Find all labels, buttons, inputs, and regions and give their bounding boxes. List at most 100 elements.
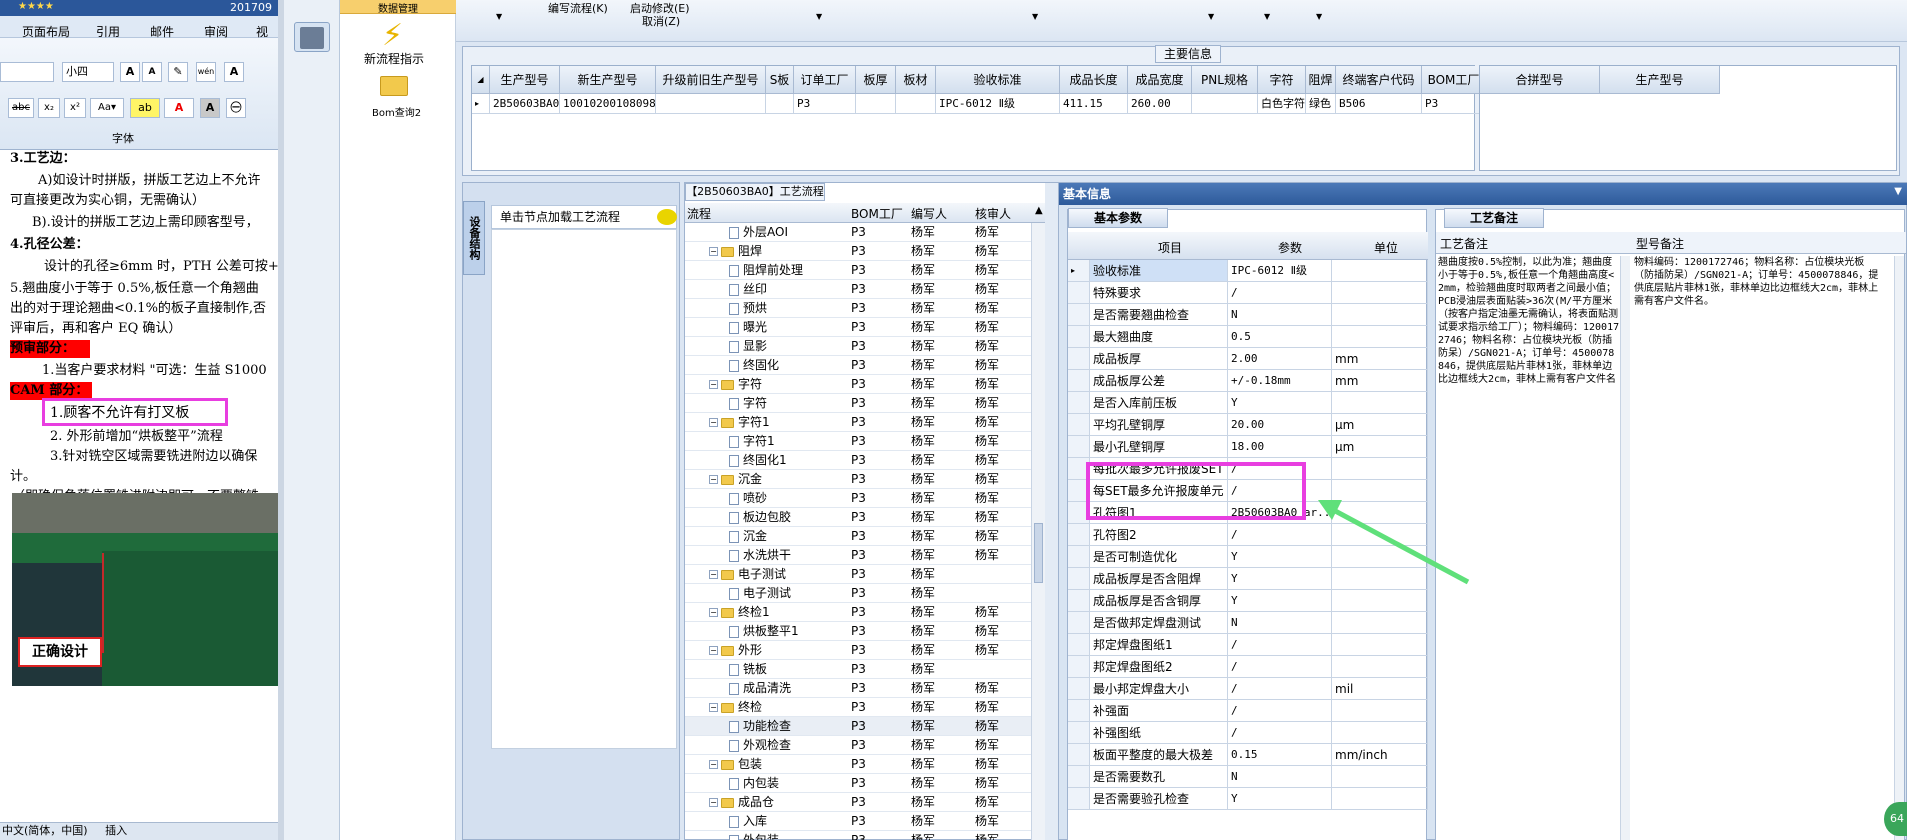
process-row[interactable]: 水洗烘干 P3 杨军 杨军: [685, 546, 1031, 565]
process-scrollbar[interactable]: [1031, 223, 1045, 840]
process-note-text[interactable]: 翘曲度按0.5%控制，以此为准；翘曲度小于等于0.5%,板任意一个角翘曲高度<2…: [1438, 256, 1620, 476]
subscript-button[interactable]: x₂: [38, 98, 60, 118]
process-row[interactable]: − 外形 P3 杨军 杨军: [685, 641, 1031, 660]
basic-params-tab[interactable]: 基本参数: [1068, 208, 1168, 228]
main-info-col[interactable]: PNL规格: [1192, 66, 1258, 94]
process-row[interactable]: 外观检查 P3 杨军 杨军: [685, 736, 1031, 755]
main-info-cell[interactable]: [656, 94, 766, 114]
param-unit[interactable]: [1332, 260, 1428, 282]
col-flow[interactable]: 流程: [687, 205, 711, 222]
header-corner[interactable]: ◢: [472, 66, 490, 94]
row-selector[interactable]: [1068, 656, 1090, 678]
param-row[interactable]: 补强图纸 /: [1068, 722, 1428, 744]
phonetic-icon[interactable]: wén: [196, 62, 216, 82]
main-info-cell[interactable]: 2B50603BA0: [490, 94, 560, 114]
dropdown-arrow-icon[interactable]: ▼: [1032, 12, 1038, 21]
comment-icon[interactable]: [657, 209, 677, 225]
main-info-cell[interactable]: P3: [1422, 94, 1486, 114]
row-selector[interactable]: [1068, 370, 1090, 392]
note-scrollbar[interactable]: [1620, 256, 1630, 840]
collapse-node-icon[interactable]: −: [709, 247, 718, 256]
model-note-text[interactable]: 物料编码：1200172746；物料名称：占位模块光板（防插防呆）/SGN021…: [1634, 256, 1884, 396]
row-selector[interactable]: [1068, 700, 1090, 722]
param-unit[interactable]: mil: [1332, 678, 1428, 700]
row-selector-icon[interactable]: ▸: [472, 94, 490, 114]
row-selector[interactable]: [1068, 590, 1090, 612]
main-info-col[interactable]: 字符: [1258, 66, 1306, 94]
param-value[interactable]: N: [1228, 766, 1332, 788]
basic-info-tab[interactable]: 基本信息: [1063, 185, 1111, 202]
process-row[interactable]: 电子测试 P3 杨军: [685, 584, 1031, 603]
param-value[interactable]: IPC-6012 Ⅱ级: [1228, 260, 1332, 282]
main-info-col[interactable]: 板厚: [856, 66, 896, 94]
param-unit[interactable]: mm: [1332, 348, 1428, 370]
param-value[interactable]: N: [1228, 304, 1332, 326]
param-row[interactable]: 最小孔壁铜厚 18.00 μm: [1068, 436, 1428, 458]
main-info-cell[interactable]: [896, 94, 936, 114]
param-value[interactable]: /: [1228, 678, 1332, 700]
param-unit[interactable]: [1332, 612, 1428, 634]
process-row[interactable]: 外层AOI P3 杨军 杨军: [685, 223, 1031, 242]
param-value[interactable]: Y: [1228, 590, 1332, 612]
main-info-col[interactable]: BOM工厂: [1422, 66, 1486, 94]
row-selector[interactable]: [1068, 524, 1090, 546]
collapse-node-icon[interactable]: −: [709, 380, 718, 389]
process-row[interactable]: 字符1 P3 杨军 杨军: [685, 432, 1031, 451]
highlight-icon[interactable]: ab: [130, 98, 160, 118]
col-reviewer[interactable]: 核审人: [975, 205, 1011, 222]
param-value[interactable]: +/-0.18mm: [1228, 370, 1332, 392]
main-info-col[interactable]: 升级前旧生产型号: [656, 66, 766, 94]
new-flow-button[interactable]: 新流程指示: [364, 50, 424, 67]
status-insert-mode[interactable]: 插入: [105, 824, 127, 837]
param-value[interactable]: /: [1228, 656, 1332, 678]
row-selector[interactable]: [1068, 634, 1090, 656]
param-value[interactable]: 0.5: [1228, 326, 1332, 348]
row-selector[interactable]: ▸: [1068, 260, 1090, 282]
main-info-col[interactable]: S板: [766, 66, 794, 94]
param-value[interactable]: /: [1228, 282, 1332, 304]
collapse-node-icon[interactable]: −: [709, 608, 718, 617]
param-unit[interactable]: [1332, 700, 1428, 722]
process-row[interactable]: 曝光 P3 杨军 杨军: [685, 318, 1031, 337]
process-row[interactable]: − 沉金 P3 杨军 杨军: [685, 470, 1031, 489]
main-info-col[interactable]: 板材: [896, 66, 936, 94]
main-info-col[interactable]: 生产型号: [490, 66, 560, 94]
main-info-col[interactable]: 成品长度: [1060, 66, 1128, 94]
main-info-cell[interactable]: [1192, 94, 1258, 114]
shrink-font-button[interactable]: A: [142, 62, 162, 82]
row-selector[interactable]: [1068, 744, 1090, 766]
process-row[interactable]: − 终检 P3 杨军 杨军: [685, 698, 1031, 717]
param-unit[interactable]: [1332, 656, 1428, 678]
strikethrough-button[interactable]: abc: [8, 98, 34, 118]
dropdown-arrow-icon[interactable]: ▼: [1208, 12, 1214, 21]
model-note-scrollbar[interactable]: [1894, 256, 1904, 840]
dropdown-arrow-icon[interactable]: ▼: [1264, 12, 1270, 21]
main-info-cell[interactable]: B506: [1336, 94, 1422, 114]
menu-edit-flow[interactable]: 编写流程(K): [548, 0, 608, 16]
param-unit[interactable]: μm: [1332, 436, 1428, 458]
main-info-cell[interactable]: 411.15: [1060, 94, 1128, 114]
param-unit[interactable]: [1332, 304, 1428, 326]
data-management-header[interactable]: 数据管理: [340, 0, 456, 15]
param-unit[interactable]: [1332, 722, 1428, 744]
process-row[interactable]: 内包装 P3 杨军 杨军: [685, 774, 1031, 793]
lightning-icon[interactable]: ⚡: [382, 18, 403, 53]
collapse-node-icon[interactable]: −: [709, 703, 718, 712]
param-unit[interactable]: [1332, 458, 1428, 480]
param-row[interactable]: 成品板厚 2.00 mm: [1068, 348, 1428, 370]
param-value[interactable]: /: [1228, 634, 1332, 656]
font-color-icon[interactable]: A: [164, 98, 194, 118]
collapse-node-icon[interactable]: −: [709, 760, 718, 769]
process-row[interactable]: 字符 P3 杨军 杨军: [685, 394, 1031, 413]
collapse-node-icon[interactable]: −: [709, 798, 718, 807]
menu-cancel[interactable]: 取消(Z): [642, 13, 680, 29]
param-row[interactable]: 板面平整度的最大极差 0.15 mm/inch: [1068, 744, 1428, 766]
corner-badge[interactable]: 64: [1884, 802, 1907, 836]
process-notes-tab[interactable]: 工艺备注: [1444, 208, 1544, 228]
param-value[interactable]: N: [1228, 612, 1332, 634]
process-row[interactable]: 阻焊前处理 P3 杨军 杨军: [685, 261, 1031, 280]
param-row[interactable]: 是否需要翘曲检查 N: [1068, 304, 1428, 326]
process-row[interactable]: 丝印 P3 杨军 杨军: [685, 280, 1031, 299]
col-bom-factory[interactable]: BOM工厂: [851, 205, 903, 222]
param-value[interactable]: /: [1228, 700, 1332, 722]
